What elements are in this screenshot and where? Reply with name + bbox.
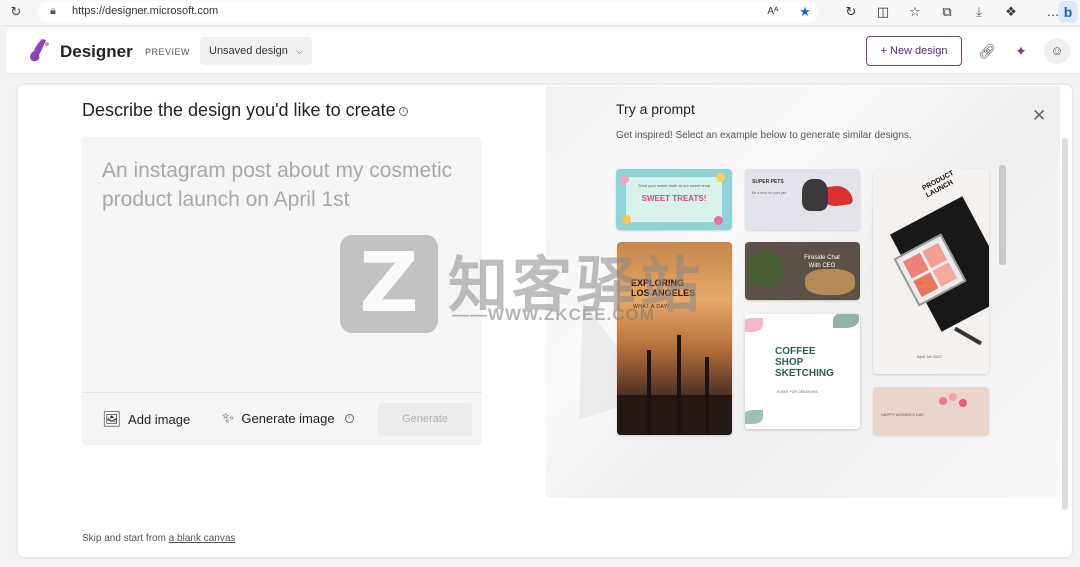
prompt-thumbnail-womens-day[interactable]: HAPPY WOMEN'S DAY	[873, 387, 989, 435]
thumbnail-title: COFFEE SHOP SKETCHING	[775, 346, 834, 379]
leaf-decoration	[833, 314, 859, 328]
page-scrollbar[interactable]	[1062, 138, 1068, 510]
downloads-icon[interactable]: ⤓	[971, 3, 987, 21]
design-name-dropdown[interactable]: Unsaved design ⌵	[200, 37, 312, 65]
app-title: Designer	[60, 42, 133, 61]
thumbnail-subtext: Treat your sweet tooth at our sweet shop	[637, 183, 711, 188]
thumbnail-title: SWEET TREATS!	[641, 194, 707, 203]
palm-tree	[647, 350, 651, 435]
app-header: Designer PREVIEW Unsaved design ⌵ + New …	[6, 28, 1080, 74]
refresh-icon[interactable]: ↻	[8, 4, 24, 20]
add-image-icon: 🖼︎	[102, 411, 122, 428]
title-line-2: LOS ANGELES	[631, 288, 696, 298]
title-line-1: COFFEE	[775, 346, 816, 357]
refresh-page-icon[interactable]: ↻	[843, 3, 859, 21]
copilot-icon[interactable]: ✦	[1010, 40, 1032, 62]
candy-icon	[716, 173, 725, 182]
generate-button[interactable]: Generate	[378, 403, 472, 436]
candy-icon	[620, 175, 629, 184]
thumbnail-subtext: WHAT A DAY!	[633, 304, 670, 310]
leaf-decoration	[745, 410, 763, 424]
share-link-icon[interactable]: 🔗︎	[976, 40, 998, 62]
thumbnail-title: PRODUCT LAUNCH	[921, 170, 959, 200]
prompt-thumbnail-product-launch[interactable]: PRODUCT LAUNCH April 1st 2023	[873, 169, 989, 374]
prompt-thumbnail-super-pets[interactable]: SUPER PETS Be a hero for your pet	[745, 169, 860, 230]
url-text[interactable]: https://designer.microsoft.com	[72, 5, 218, 17]
candy-icon	[622, 215, 631, 224]
palm-tree	[705, 357, 709, 435]
preview-badge: PREVIEW	[145, 47, 191, 57]
thumbnail-subtext: EVENT FOR CREATIVES	[777, 390, 818, 394]
generate-image-button[interactable]: ✨︎ Generate image i	[222, 410, 354, 427]
thumbnail-date: April 1st 2023	[917, 354, 942, 359]
collections-icon[interactable]: ⧉	[939, 3, 955, 21]
gallery-scrollbar[interactable]	[999, 165, 1006, 265]
dog-image	[802, 179, 828, 211]
flower-icon	[949, 393, 957, 401]
read-aloud-icon[interactable]: Aᴬ	[765, 3, 781, 21]
info-icon[interactable]: i	[344, 414, 354, 423]
flower-icon	[959, 399, 967, 407]
designer-logo-icon[interactable]	[26, 37, 52, 63]
thumbnail-title: EXPLORING LOS ANGELES	[631, 278, 695, 298]
info-icon[interactable]: i	[398, 106, 408, 116]
makeup-brush	[954, 326, 982, 346]
flower-icon	[939, 397, 947, 405]
prompt-thumbnail-sweet-treats[interactable]: Treat your sweet tooth at our sweet shop…	[616, 169, 732, 230]
account-avatar-icon[interactable]: ☺	[1044, 38, 1070, 64]
skip-text: Skip and start from a blank canvas	[82, 533, 235, 544]
palm-tree	[677, 335, 681, 435]
add-image-button[interactable]: 🖼︎ Add image	[102, 410, 190, 428]
chevron-down-icon: ⌵	[296, 46, 303, 56]
thumbnail-subtext: Be a hero for your pet	[752, 191, 786, 195]
sparkle-icon: ✨︎	[222, 410, 235, 427]
plus-icon: +	[880, 45, 887, 57]
prompt-thumbnail-fireside-chat[interactable]: Fireside Chat With CEO	[745, 242, 860, 300]
thumbnail-title: Fireside Chat With CEO	[792, 254, 852, 270]
favorites-icon[interactable]: ☆	[907, 3, 923, 21]
bowl-image	[747, 251, 783, 287]
new-design-label: New design	[890, 45, 948, 57]
candy-icon	[714, 216, 723, 225]
design-name: Unsaved design	[209, 45, 288, 57]
blank-canvas-link[interactable]: a blank canvas	[169, 533, 236, 544]
title-line-1: EXPLORING	[631, 278, 685, 288]
try-prompt-title: Try a prompt	[616, 101, 695, 117]
split-screen-icon[interactable]: ◫	[875, 3, 891, 21]
skip-prefix: Skip and start from	[82, 533, 169, 544]
extensions-icon[interactable]: ❖	[1003, 3, 1019, 21]
browser-toolbar: ↻ 🔒︎ https://designer.microsoft.com Aᴬ ★…	[0, 0, 1080, 26]
lock-icon[interactable]: 🔒︎	[50, 5, 56, 18]
new-design-button[interactable]: + New design	[866, 36, 962, 66]
nuts-image	[805, 269, 855, 295]
leaf-decoration	[745, 318, 763, 332]
try-prompt-subtitle: Get inspired! Select an example below to…	[616, 130, 912, 141]
title-line-2: SHOP	[775, 357, 804, 368]
title-line-3: SKETCHING	[775, 368, 834, 379]
title-line-1: Fireside Chat	[804, 255, 840, 261]
favorite-star-icon[interactable]: ★	[797, 3, 813, 21]
thumbnail-title: SUPER PETS	[752, 179, 784, 185]
thumbnail-title: HAPPY WOMEN'S DAY	[881, 412, 924, 417]
prompt-thumbnail-exploring-la[interactable]: EXPLORING LOS ANGELES WHAT A DAY!	[617, 242, 732, 435]
bing-copilot-icon[interactable]: b	[1058, 1, 1078, 23]
generate-image-label: Generate image	[241, 411, 335, 426]
close-icon[interactable]: ✕	[1032, 106, 1046, 126]
page-heading: Describe the design you'd like to create…	[82, 100, 408, 121]
prompt-placeholder[interactable]: An instagram post about my cosmetic prod…	[102, 156, 472, 214]
city-skyline	[617, 395, 732, 435]
heading-text: Describe the design you'd like to create	[82, 100, 396, 120]
prompt-thumbnail-coffee-shop[interactable]: COFFEE SHOP SKETCHING EVENT FOR CREATIVE…	[745, 314, 860, 429]
add-image-label: Add image	[128, 411, 191, 427]
title-line-2: With CEO	[808, 263, 836, 269]
